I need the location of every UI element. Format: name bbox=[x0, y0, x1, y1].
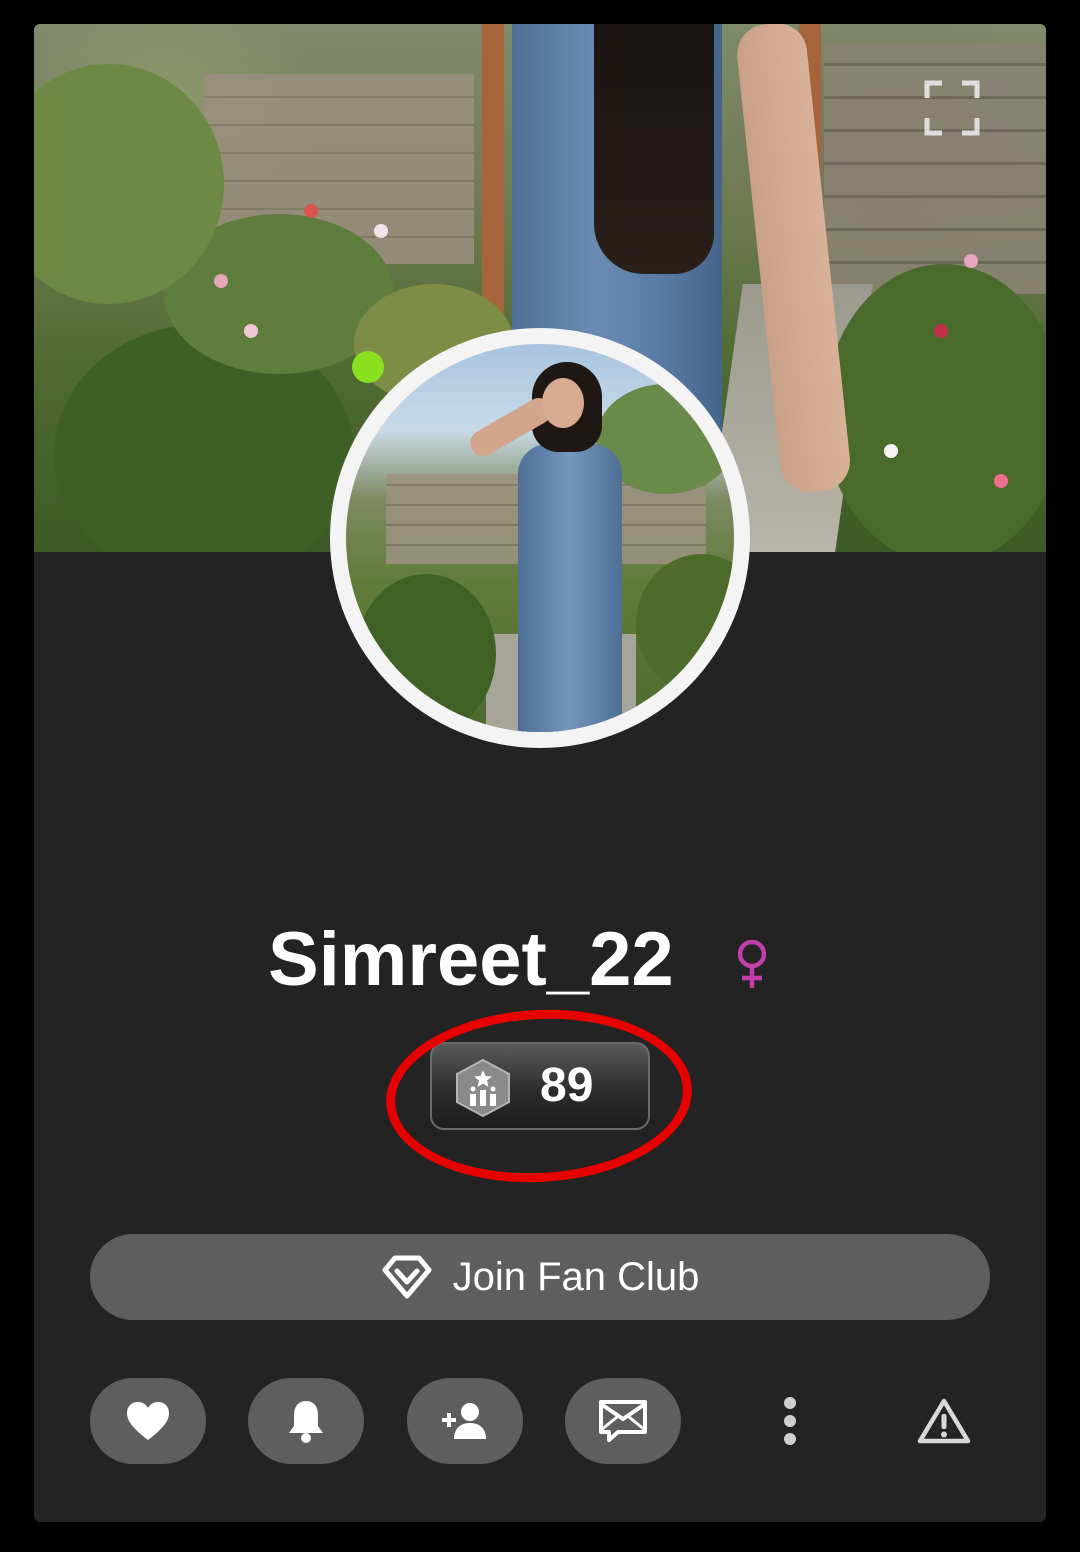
bell-icon bbox=[289, 1401, 323, 1443]
fullscreen-button[interactable] bbox=[924, 80, 980, 136]
cover-flower bbox=[884, 444, 898, 458]
cover-flower bbox=[934, 324, 948, 338]
cover-flower bbox=[244, 324, 258, 338]
action-bar bbox=[34, 1378, 1046, 1466]
level-badge-icon bbox=[456, 1058, 510, 1118]
cover-flower bbox=[304, 204, 318, 218]
female-symbol-icon bbox=[737, 939, 767, 988]
notify-button[interactable] bbox=[248, 1378, 364, 1464]
cover-flower bbox=[214, 274, 228, 288]
join-fan-club-button[interactable]: Join Fan Club bbox=[90, 1234, 990, 1320]
level-value: 89 bbox=[540, 1059, 594, 1112]
message-button[interactable] bbox=[565, 1378, 681, 1464]
more-vertical-icon bbox=[784, 1397, 796, 1445]
heart-icon bbox=[127, 1402, 169, 1440]
online-status-indicator bbox=[352, 351, 384, 383]
follow-button[interactable] bbox=[407, 1378, 523, 1464]
like-button[interactable] bbox=[90, 1378, 206, 1464]
username: Simreet_22 bbox=[268, 917, 674, 1002]
profile-card: Simreet_22 89 Join Fan Club bbox=[34, 24, 1046, 1522]
join-fan-club-label: Join Fan Club bbox=[452, 1254, 700, 1299]
cover-flower bbox=[994, 474, 1008, 488]
avatar-bush bbox=[356, 574, 496, 732]
warning-icon bbox=[917, 1398, 971, 1444]
report-button[interactable] bbox=[904, 1378, 984, 1464]
avatar[interactable] bbox=[330, 328, 750, 748]
avatar-person-dress bbox=[518, 444, 622, 732]
cover-flower bbox=[374, 224, 388, 238]
cover-pergola-post bbox=[482, 24, 504, 324]
avatar-bush bbox=[636, 554, 734, 694]
level-badge[interactable]: 89 bbox=[430, 1042, 650, 1130]
more-options-button[interactable] bbox=[750, 1378, 830, 1464]
diamond-icon bbox=[382, 1255, 432, 1299]
cover-flower bbox=[964, 254, 978, 268]
avatar-person-hand bbox=[542, 378, 584, 428]
add-user-icon bbox=[442, 1403, 486, 1439]
cover-person-hair bbox=[594, 24, 714, 274]
avatar-photo bbox=[346, 344, 734, 732]
username-row: Simreet_22 bbox=[34, 912, 1046, 1008]
fullscreen-icon bbox=[924, 80, 980, 136]
envelope-icon bbox=[599, 1400, 647, 1442]
